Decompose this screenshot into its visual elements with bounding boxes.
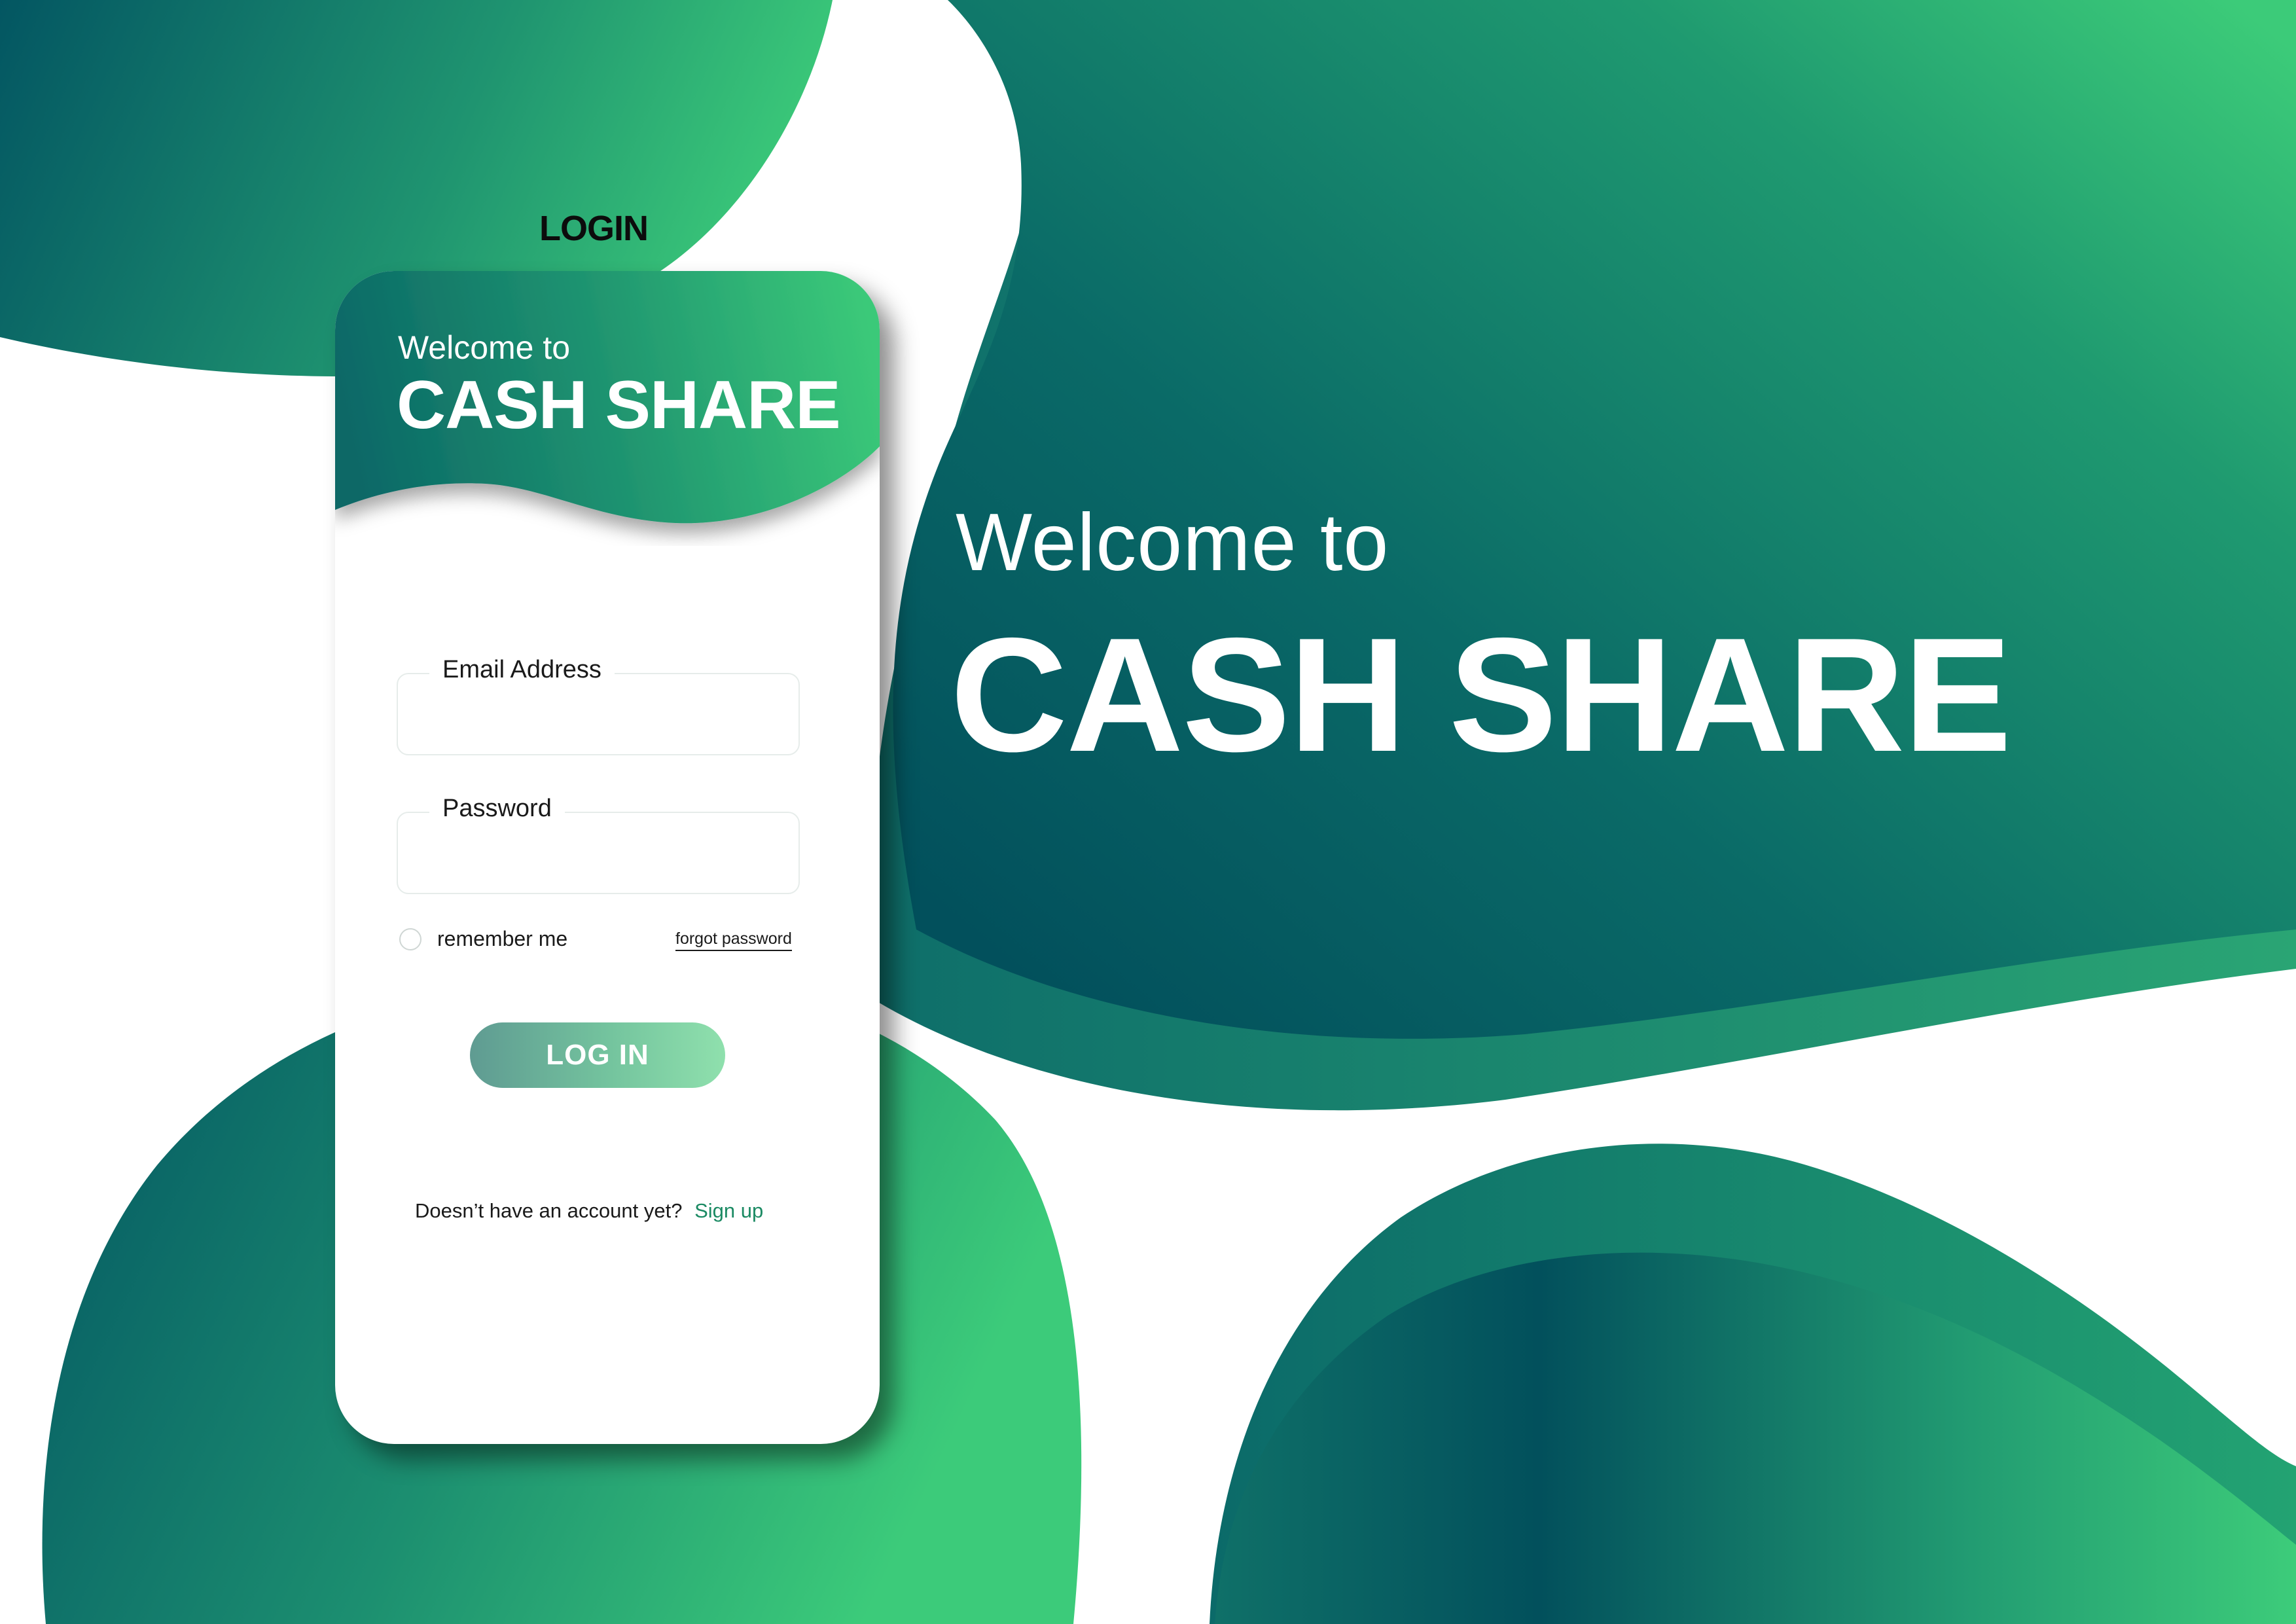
- email-field[interactable]: Email Address: [397, 656, 800, 755]
- hero-brand-title: CASH SHARE: [950, 604, 2012, 785]
- password-label: Password: [429, 795, 565, 823]
- signup-link[interactable]: Sign up: [694, 1199, 763, 1222]
- phone-brand-title: CASH SHARE: [397, 367, 841, 443]
- remember-me-checkbox[interactable]: [399, 928, 422, 950]
- signup-prompt: Doesn’t have an account yet?: [415, 1199, 683, 1222]
- forgot-password-link[interactable]: forgot password: [675, 929, 792, 951]
- phone-welcome-text: Welcome to: [398, 329, 571, 366]
- remember-me-label: remember me: [437, 927, 568, 950]
- phone-mockup: Welcome to CASH SHARE Email Address Pass…: [335, 271, 880, 1444]
- remember-me-row[interactable]: remember me: [399, 927, 567, 951]
- email-label: Email Address: [429, 656, 615, 684]
- email-input[interactable]: [411, 694, 785, 746]
- screen-title: LOGIN: [539, 209, 649, 248]
- password-field[interactable]: Password: [397, 795, 800, 894]
- password-input[interactable]: [411, 833, 785, 885]
- signup-row: Doesn’t have an account yet? Sign up: [415, 1199, 763, 1223]
- login-button[interactable]: LOG IN: [470, 1022, 725, 1088]
- login-screen: LOGIN Welcome to CASH SHARE Email Addres…: [0, 0, 2296, 1624]
- hero-welcome-text: Welcome to: [956, 497, 1390, 588]
